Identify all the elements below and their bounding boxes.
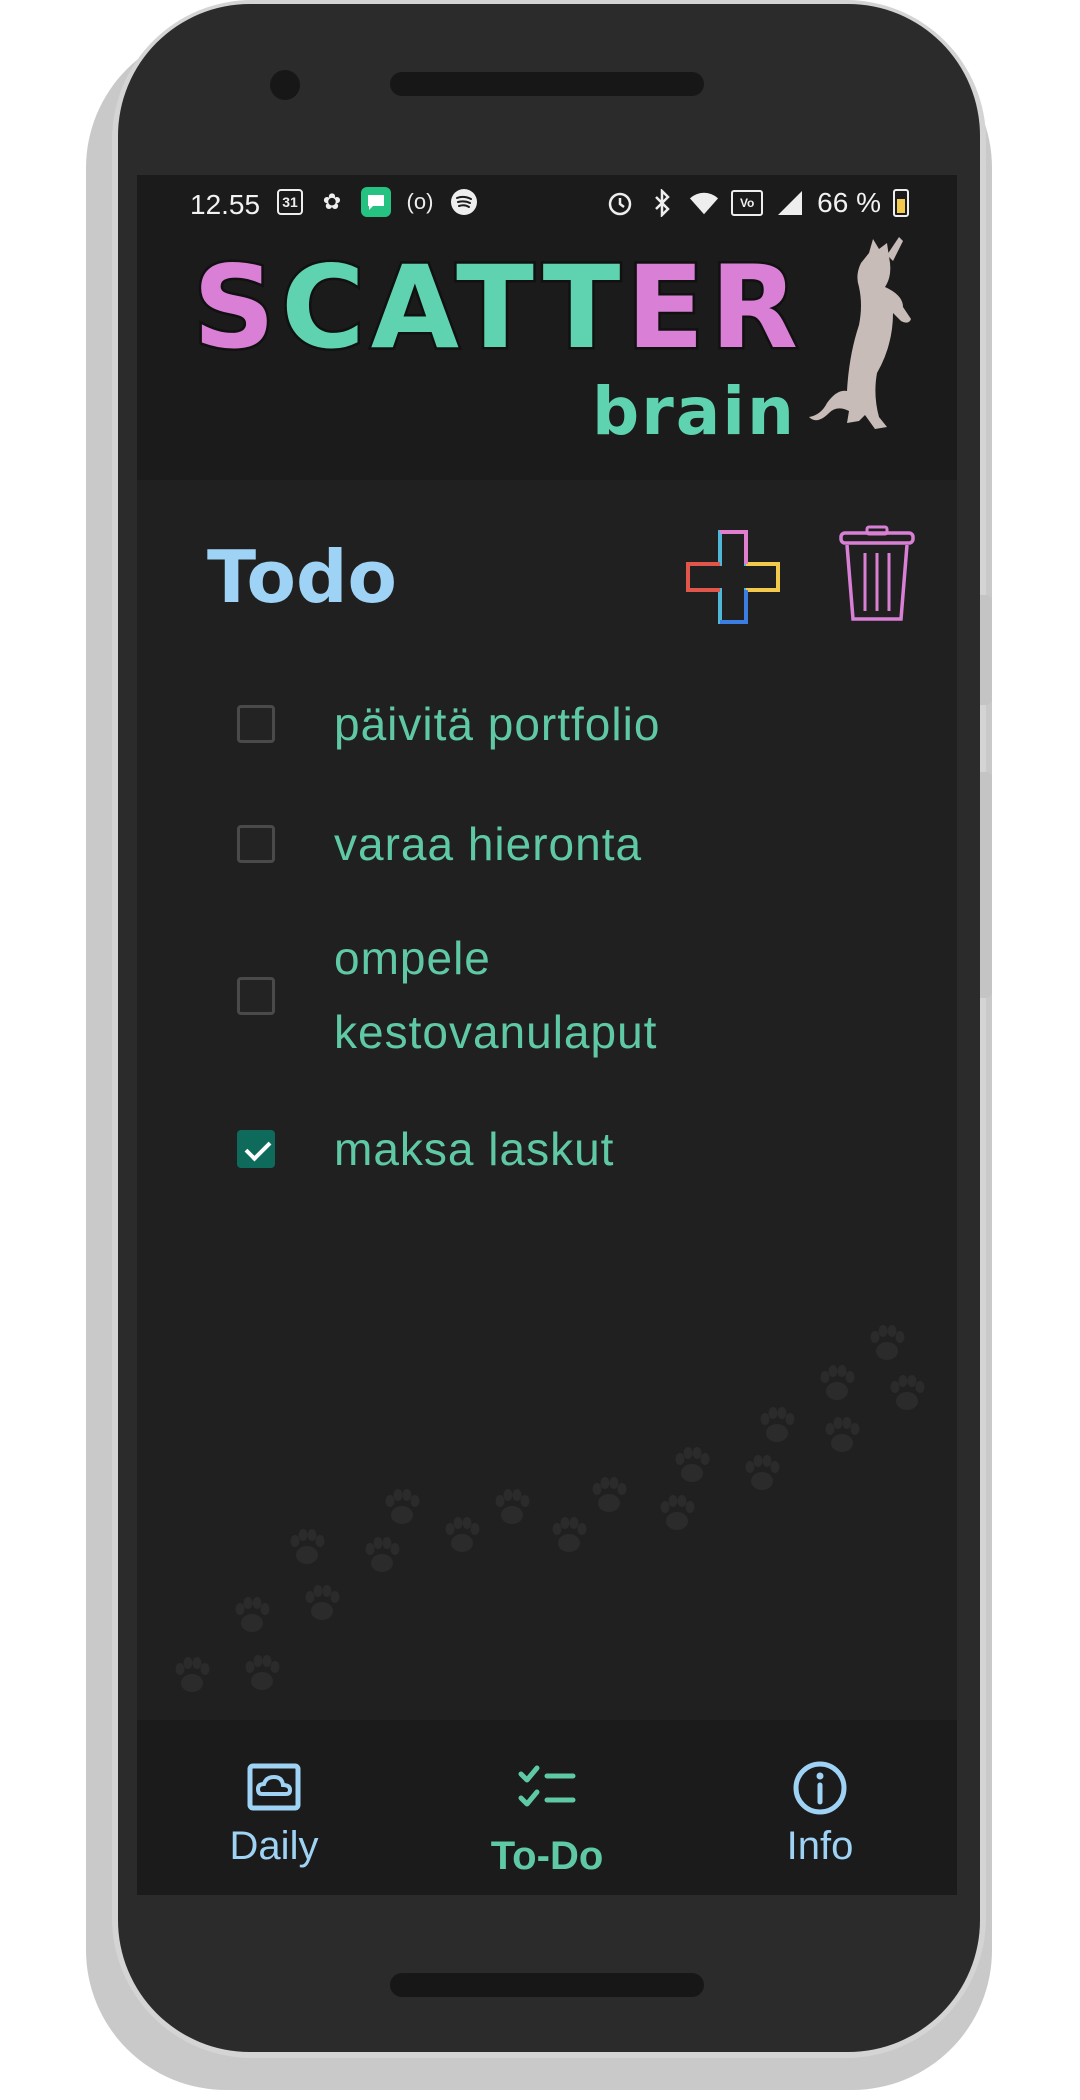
page-title: Todo [207, 535, 398, 619]
todo-checkbox[interactable] [237, 825, 275, 863]
paw-prints-decoration [175, 1325, 925, 1692]
cloud-photo-icon [247, 1763, 301, 1811]
app-header: SCATTER brain [137, 235, 957, 480]
vowifi-icon: Vo [731, 190, 764, 216]
todo-checkbox-checked[interactable] [237, 1130, 275, 1168]
nav-label: Info [786, 1824, 854, 1868]
bottom-navigation: Daily To-Do Info [137, 1720, 957, 1895]
trash-icon[interactable] [837, 525, 917, 625]
battery-percent: 66 % [817, 187, 881, 218]
broadcast-icon: (o) [406, 189, 434, 214]
nav-info[interactable]: Info [720, 1720, 920, 1895]
app-screen: 12.55 31 ✿ (o) Vo 66 % SCATTER brain Tod… [137, 175, 957, 1895]
spotify-icon [449, 187, 479, 217]
todo-text: maksa laskut [334, 1123, 615, 1175]
logo-letter: T [540, 241, 627, 374]
system-icons: Vo 66 % [605, 187, 909, 219]
logo-letter: E [624, 241, 711, 374]
volume-button [980, 772, 992, 998]
cat-illustration [809, 237, 911, 429]
logo-letter: T [454, 241, 543, 374]
battery-icon [893, 189, 909, 217]
logo-letter: C [279, 241, 371, 374]
top-speaker [390, 72, 704, 96]
nav-daily[interactable]: Daily [174, 1720, 374, 1895]
logo-brain: brain [592, 373, 796, 450]
messages-icon [361, 187, 391, 217]
todo-text: ompele kestovanulaput [334, 932, 658, 1058]
status-time: 12.55 [190, 189, 261, 220]
nav-todo[interactable]: To-Do [447, 1720, 647, 1895]
nav-label-active: To-Do [490, 1834, 604, 1878]
bottom-speaker [390, 1973, 704, 1997]
chatgpt-icon: ✿ [322, 189, 342, 214]
nav-label: Daily [229, 1824, 319, 1868]
notification-icons: 31 ✿ (o) [277, 187, 479, 217]
logo-scatter: SCATTER [190, 248, 804, 367]
bluetooth-icon [647, 188, 677, 218]
logo-letter: R [708, 241, 804, 374]
todo-checkbox[interactable] [237, 977, 275, 1015]
todo-text: varaa hieronta [334, 818, 643, 870]
logo-scatter-text: SCATTER [190, 241, 804, 374]
todo-checkbox[interactable] [237, 705, 275, 743]
power-button [980, 595, 992, 705]
info-icon [793, 1761, 847, 1815]
todo-text: päivitä portfolio [334, 698, 661, 750]
alarm-icon [605, 188, 635, 218]
wifi-icon [689, 188, 719, 218]
logo-letter: A [368, 241, 457, 374]
signal-icon [775, 188, 805, 218]
calendar-icon: 31 [277, 189, 303, 215]
plus-icon[interactable] [683, 527, 783, 627]
status-bar: 12.55 31 ✿ (o) Vo 66 % [137, 175, 957, 235]
checklist-icon [518, 1765, 576, 1807]
logo-letter: S [190, 241, 282, 374]
front-camera [270, 70, 300, 100]
